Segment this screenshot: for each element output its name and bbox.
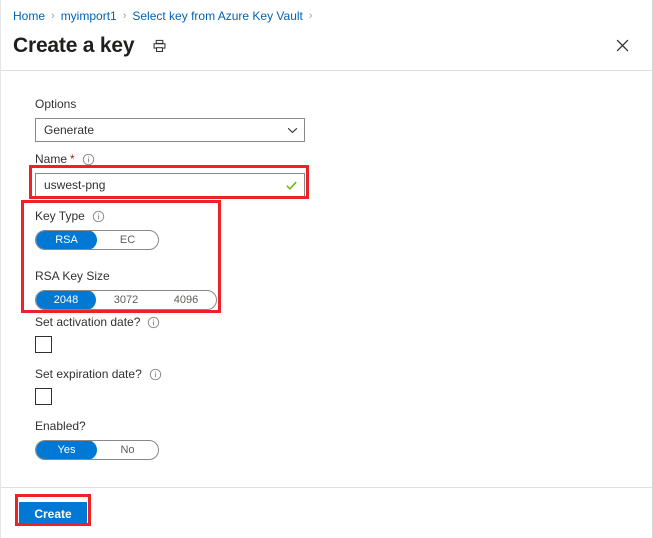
options-field-group: Options Generate <box>35 96 305 142</box>
options-label-text: Options <box>35 97 77 111</box>
key-type-field-group: Key Type RSA EC RSA Key Size 2048 3072 4… <box>35 208 217 310</box>
footer-divider <box>1 487 652 488</box>
set-activation-date-label: Set activation date? <box>35 314 160 330</box>
page-title: Create a key <box>13 34 135 57</box>
enabled-option-no[interactable]: No <box>97 441 158 459</box>
key-type-label: Key Type <box>35 208 217 224</box>
create-button[interactable]: Create <box>19 502 87 526</box>
chevron-down-icon <box>286 124 298 136</box>
set-activation-date-group: Set activation date? <box>35 314 160 353</box>
key-type-toggle[interactable]: RSA EC <box>35 230 159 250</box>
rsa-key-size-toggle[interactable]: 2048 3072 4096 <box>35 290 217 310</box>
enabled-label: Enabled? <box>35 418 159 434</box>
breadcrumb: Home › myimport1 › Select key from Azure… <box>13 7 319 25</box>
rsa-key-size-option-4096[interactable]: 4096 <box>156 291 216 309</box>
title-row: Create a key <box>13 29 640 63</box>
rsa-key-size-option-2048[interactable]: 2048 <box>36 291 96 309</box>
breadcrumb-separator-icon: › <box>122 10 127 22</box>
checkmark-icon <box>285 179 298 192</box>
form-body: Options Generate Name * uswest-png Key T… <box>1 71 652 487</box>
breadcrumb-item-home[interactable]: Home <box>13 8 45 24</box>
rsa-key-size-label-text: RSA Key Size <box>35 269 110 283</box>
set-expiration-date-checkbox[interactable] <box>35 388 52 405</box>
set-expiration-date-label: Set expiration date? <box>35 366 162 382</box>
enabled-label-text: Enabled? <box>35 419 86 433</box>
key-type-option-ec[interactable]: EC <box>97 231 158 249</box>
set-expiration-date-group: Set expiration date? <box>35 366 162 405</box>
required-marker: * <box>70 152 75 166</box>
set-expiration-date-label-text: Set expiration date? <box>35 367 142 381</box>
enabled-field-group: Enabled? Yes No <box>35 418 159 460</box>
key-type-option-rsa[interactable]: RSA <box>36 231 97 249</box>
breadcrumb-item-select-key[interactable]: Select key from Azure Key Vault <box>132 8 303 24</box>
options-dropdown[interactable]: Generate <box>35 118 305 142</box>
options-selected-value: Generate <box>44 123 95 137</box>
options-label: Options <box>35 96 305 112</box>
set-activation-date-checkbox[interactable] <box>35 336 52 353</box>
name-label-text: Name <box>35 152 68 166</box>
breadcrumb-separator-icon: › <box>51 10 55 22</box>
info-icon[interactable] <box>149 368 162 381</box>
info-icon[interactable] <box>147 316 160 329</box>
set-activation-date-label-text: Set activation date? <box>35 315 141 329</box>
enabled-toggle[interactable]: Yes No <box>35 440 159 460</box>
create-key-panel: Home › myimport1 › Select key from Azure… <box>0 0 653 538</box>
key-type-label-text: Key Type <box>35 209 85 223</box>
name-label: Name * <box>35 151 305 167</box>
rsa-key-size-label: RSA Key Size <box>35 268 217 284</box>
enabled-option-yes[interactable]: Yes <box>36 441 97 459</box>
breadcrumb-item-myimport1[interactable]: myimport1 <box>61 8 117 24</box>
info-icon[interactable] <box>92 210 105 223</box>
breadcrumb-separator-icon: › <box>308 10 313 22</box>
name-input-wrapper[interactable] <box>35 173 305 197</box>
close-icon[interactable] <box>610 33 634 57</box>
name-field-group: Name * <box>35 151 305 197</box>
rsa-key-size-option-3072[interactable]: 3072 <box>96 291 156 309</box>
printer-icon[interactable] <box>148 35 170 57</box>
info-icon[interactable] <box>82 153 95 166</box>
name-input[interactable] <box>44 175 285 195</box>
